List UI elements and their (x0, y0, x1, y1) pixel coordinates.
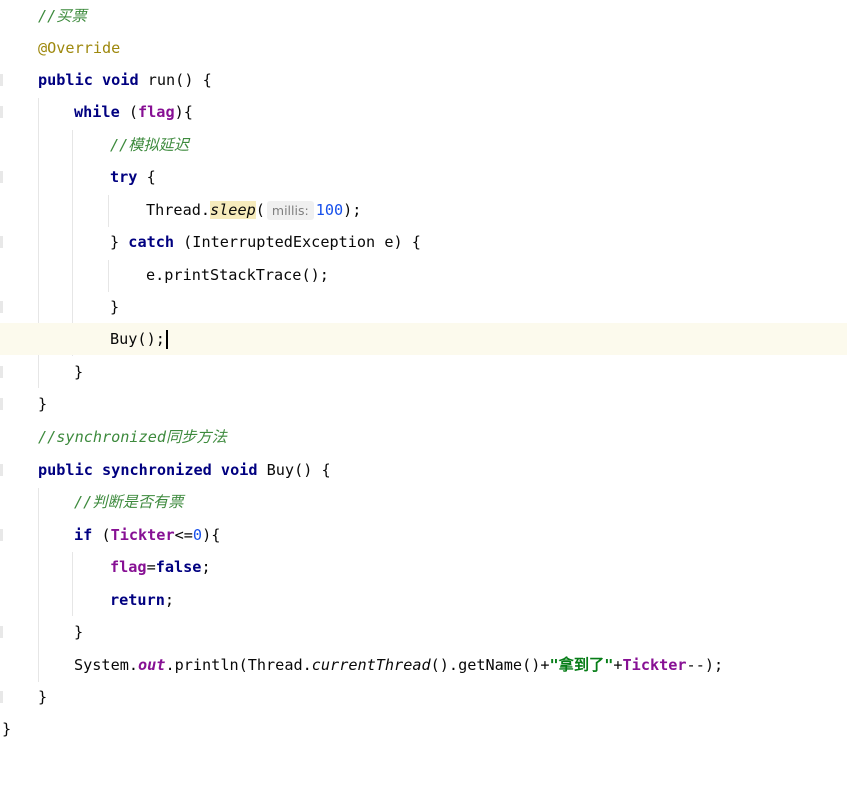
annotation: @Override (38, 39, 121, 57)
code-line[interactable]: } (0, 291, 847, 323)
code-text: } (110, 298, 120, 316)
keyword: try (110, 168, 138, 186)
code-line[interactable]: //判断是否有票 (0, 486, 847, 518)
fold-marker[interactable] (0, 301, 3, 313)
keyword: void (102, 71, 139, 89)
code-line[interactable]: } (0, 388, 847, 420)
keyword: public (38, 461, 93, 479)
code-text: Buy() { (257, 461, 331, 479)
text-caret (165, 330, 168, 349)
code-text: ; (164, 591, 175, 609)
code-text: = (146, 558, 156, 576)
code-text: ){ (202, 526, 221, 544)
code-line[interactable]: //买票 (0, 0, 847, 32)
code-line[interactable]: return; (0, 584, 847, 616)
code-text: { (137, 168, 156, 186)
code-text: --); (686, 656, 724, 674)
keyword: if (74, 526, 93, 544)
code-text: } (38, 395, 48, 413)
code-text: } (74, 623, 84, 641)
code-text: Thread. (146, 201, 211, 219)
fold-marker[interactable] (0, 464, 3, 476)
code-text: ); (343, 201, 362, 219)
code-line[interactable]: System.out.println(Thread.currentThread(… (0, 649, 847, 681)
code-line[interactable]: //模拟延迟 (0, 129, 847, 161)
fold-marker[interactable] (0, 691, 3, 703)
code-editor[interactable]: //买票 @Override public void run() { while… (0, 0, 847, 741)
keyword: return (110, 591, 165, 609)
keyword: while (74, 103, 120, 121)
code-text: } (2, 720, 12, 738)
code-line[interactable]: public synchronized void Buy() { (0, 454, 847, 486)
code-line[interactable]: e.printStackTrace(); (0, 259, 847, 291)
code-text: ( (92, 526, 111, 544)
comment: //买票 (38, 7, 87, 25)
code-line[interactable]: flag=false; (0, 551, 847, 583)
code-text: ( (119, 103, 139, 121)
code-line[interactable]: try { (0, 161, 847, 193)
code-text: ().getName()+ (430, 656, 550, 674)
code-text: } (38, 688, 48, 706)
code-text: ; (201, 558, 211, 576)
code-line[interactable]: } (0, 356, 847, 388)
keyword: synchronized (102, 461, 212, 479)
code-text: System. (74, 656, 139, 674)
fold-marker[interactable] (0, 171, 3, 183)
code-text: + (613, 656, 623, 674)
keyword: public (38, 71, 93, 89)
number-literal: 0 (192, 526, 203, 544)
code-text: (InterruptedException e) { (174, 233, 421, 251)
number-literal: 100 (315, 201, 344, 219)
code-line[interactable]: if (Tickter<=0){ (0, 519, 847, 551)
field-ref: flag (110, 558, 147, 576)
code-line[interactable]: } (0, 616, 847, 648)
comment: 同步方法 (166, 428, 227, 446)
fold-marker[interactable] (0, 626, 3, 638)
comment: //模拟延迟 (110, 136, 190, 154)
fold-marker[interactable] (0, 366, 3, 378)
static-method: currentThread (311, 656, 431, 674)
fold-marker[interactable] (0, 106, 3, 118)
field-ref: flag (138, 103, 175, 121)
code-line[interactable]: } catch (InterruptedException e) { (0, 226, 847, 258)
fold-marker[interactable] (0, 236, 3, 248)
code-text: } (74, 363, 84, 381)
field-ref: Tickter (110, 526, 175, 544)
fold-marker[interactable] (0, 74, 3, 86)
keyword: catch (128, 233, 175, 251)
code-text: <= (174, 526, 193, 544)
code-line[interactable]: @Override (0, 32, 847, 64)
method-call-highlight[interactable]: sleep (210, 201, 256, 219)
code-line-current[interactable]: Buy(); (0, 323, 847, 356)
keyword: void (220, 461, 258, 479)
field-ref: Tickter (622, 656, 687, 674)
keyword: false (155, 558, 202, 576)
code-text: .println(Thread. (165, 656, 312, 674)
code-text: ){ (174, 103, 193, 121)
code-text: ( (255, 201, 265, 219)
code-line[interactable]: while (flag){ (0, 96, 847, 128)
code-line[interactable]: } (0, 681, 847, 713)
comment: //判断是否有票 (74, 493, 184, 511)
fold-marker[interactable] (0, 398, 3, 410)
code-text: Buy(); (110, 330, 165, 348)
code-text: run() { (138, 71, 212, 89)
fold-marker[interactable] (0, 529, 3, 541)
code-line[interactable]: //synchronized同步方法 (0, 421, 847, 453)
code-text: } (110, 233, 129, 251)
comment: //synchronized (38, 428, 167, 446)
code-line[interactable]: Thread.sleep(millis: 100); (0, 194, 847, 226)
string-literal: "拿到了" (549, 656, 614, 674)
static-field: out (138, 656, 166, 674)
parameter-hint: millis: (266, 201, 314, 220)
code-line[interactable]: public void run() { (0, 64, 847, 96)
code-text: e.printStackTrace(); (146, 266, 329, 284)
